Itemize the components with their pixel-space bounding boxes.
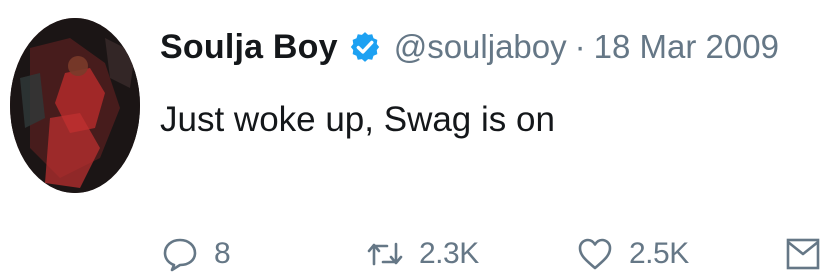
- envelope-icon: [786, 238, 820, 270]
- retweet-icon: [367, 242, 403, 266]
- direct-message-button[interactable]: [783, 234, 823, 274]
- like-count: 2.5K: [629, 237, 689, 270]
- tweet-card[interactable]: Soulja Boy @souljaboy · 18 Mar 2009 Just…: [0, 0, 836, 278]
- tweet-date[interactable]: 18 Mar 2009: [594, 28, 779, 66]
- verified-badge-icon: [348, 30, 382, 64]
- retweet-button[interactable]: 2.3K: [365, 234, 479, 274]
- like-button[interactable]: 2.5K: [575, 234, 689, 274]
- tweet-text: Just woke up, Swag is on: [160, 100, 555, 139]
- author-name[interactable]: Soulja Boy: [160, 28, 338, 67]
- tweet-actions: 8 2.3K 2.5K: [160, 237, 836, 280]
- header-separator: ·: [574, 28, 586, 65]
- avatar-image: [10, 18, 140, 193]
- reply-count: 8: [214, 237, 231, 270]
- retweet-count: 2.3K: [419, 237, 479, 270]
- author-handle[interactable]: @souljaboy: [394, 28, 567, 66]
- tweet-header: Soulja Boy @souljaboy · 18 Mar 2009: [160, 22, 779, 72]
- avatar[interactable]: [10, 18, 140, 193]
- reply-button[interactable]: 8: [160, 234, 231, 274]
- heart-icon: [578, 238, 612, 270]
- reply-icon: [163, 238, 197, 272]
